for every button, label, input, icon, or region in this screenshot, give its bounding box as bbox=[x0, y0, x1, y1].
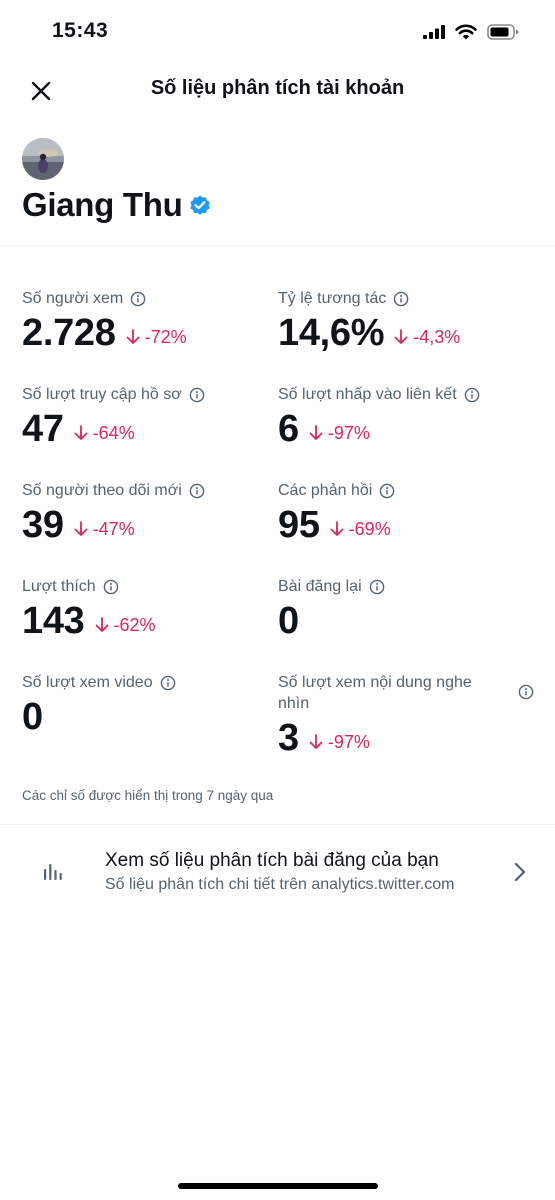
metric-change: -64% bbox=[74, 423, 135, 444]
metric-change: -62% bbox=[95, 615, 156, 636]
metric-media-views: Số lượt xem nội dung nghe nhìn 3 -97% bbox=[278, 672, 534, 760]
metric-new-followers: Số người theo dõi mới 39 -47% bbox=[22, 480, 205, 547]
info-icon[interactable] bbox=[189, 483, 205, 499]
status-time: 15:43 bbox=[52, 19, 109, 42]
metric-change-value: -69% bbox=[348, 518, 391, 539]
metric-value: 47 bbox=[22, 408, 64, 450]
metric-value: 3 bbox=[278, 717, 299, 759]
metric-change-value: -47% bbox=[92, 518, 135, 539]
metric-viewers: Số người xem 2.728 -72% bbox=[22, 288, 187, 355]
status-bar: 15:43 bbox=[0, 0, 555, 64]
metric-value: 6 bbox=[278, 408, 299, 450]
metric-value: 95 bbox=[278, 504, 320, 546]
metric-label: Số lượt truy cập hồ sơ bbox=[22, 386, 182, 403]
down-arrow-icon bbox=[330, 521, 344, 536]
metric-value: 2.728 bbox=[22, 312, 116, 354]
profile-name: Giang Thu bbox=[22, 186, 183, 223]
info-icon[interactable] bbox=[369, 579, 385, 595]
down-arrow-icon bbox=[74, 425, 88, 440]
metric-label-line2: nhìn bbox=[278, 695, 310, 712]
metric-label: Bài đăng lại bbox=[278, 578, 362, 595]
info-icon[interactable] bbox=[130, 291, 146, 307]
divider bbox=[0, 245, 555, 246]
metric-label: Số người xem bbox=[22, 290, 124, 307]
metric-change-value: -97% bbox=[327, 731, 370, 752]
status-icons bbox=[423, 22, 519, 42]
metric-label: Lượt thích bbox=[22, 578, 96, 595]
metric-value: 0 bbox=[278, 600, 299, 642]
metric-label: Số lượt nhấp vào liên kết bbox=[278, 386, 457, 403]
metric-value: 143 bbox=[22, 600, 85, 642]
bar-chart-icon bbox=[44, 864, 62, 880]
metric-engagement-rate: Tỷ lệ tương tác 14,6% -4,3% bbox=[278, 288, 460, 355]
metric-value: 0 bbox=[22, 696, 43, 738]
metric-change: -72% bbox=[126, 327, 187, 348]
metric-reposts: Bài đăng lại 0 bbox=[278, 576, 385, 643]
wifi-icon bbox=[455, 24, 477, 40]
analytics-link-title: Xem số liệu phân tích bài đăng của bạn bbox=[105, 850, 439, 871]
metric-value: 14,6% bbox=[278, 312, 385, 354]
metric-label: Số lượt xem video bbox=[22, 674, 153, 691]
down-arrow-icon bbox=[394, 329, 408, 344]
info-icon[interactable] bbox=[393, 291, 409, 307]
avatar-image bbox=[22, 138, 64, 180]
metric-link-clicks: Số lượt nhấp vào liên kết 6 -97% bbox=[278, 384, 480, 451]
signal-icon bbox=[423, 25, 445, 39]
info-icon[interactable] bbox=[103, 579, 119, 595]
metric-label: Số lượt xem nội dung nghe nhìn bbox=[278, 672, 472, 714]
post-analytics-link[interactable]: Xem số liệu phân tích bài đăng của bạn S… bbox=[0, 826, 555, 918]
metric-change: -4,3% bbox=[394, 327, 460, 348]
battery-icon bbox=[487, 24, 519, 40]
metric-change-value: -62% bbox=[113, 614, 156, 635]
metric-label-line1: Số lượt xem nội dung nghe bbox=[278, 674, 472, 691]
info-icon[interactable] bbox=[379, 483, 395, 499]
metric-change-value: -97% bbox=[327, 422, 370, 443]
down-arrow-icon bbox=[126, 329, 139, 344]
metric-change: -69% bbox=[330, 519, 391, 540]
metric-change: -97% bbox=[309, 423, 370, 444]
metric-profile-visits: Số lượt truy cập hồ sơ 47 -64% bbox=[22, 384, 205, 451]
down-arrow-icon bbox=[309, 734, 323, 749]
metric-label: Tỷ lệ tương tác bbox=[278, 290, 387, 307]
info-icon[interactable] bbox=[189, 387, 205, 403]
info-icon[interactable] bbox=[160, 675, 176, 691]
metric-change-value: -4,3% bbox=[413, 326, 461, 347]
metric-change-value: -64% bbox=[92, 422, 135, 443]
metric-change: -47% bbox=[74, 519, 135, 540]
footnote: Các chỉ số được hiển thị trong 7 ngày qu… bbox=[22, 788, 274, 803]
metric-change: -97% bbox=[309, 732, 370, 753]
info-icon[interactable] bbox=[518, 684, 534, 700]
header: Số liệu phân tích tài khoản bbox=[0, 64, 555, 116]
home-indicator[interactable] bbox=[178, 1183, 378, 1189]
verified-badge-icon bbox=[190, 195, 211, 215]
page-title: Số liệu phân tích tài khoản bbox=[150, 77, 405, 99]
down-arrow-icon bbox=[74, 521, 88, 536]
down-arrow-icon bbox=[95, 617, 108, 632]
analytics-link-subtitle: Số liệu phân tích chi tiết trên analytic… bbox=[105, 876, 455, 893]
metric-replies: Các phản hồi 95 -69% bbox=[278, 480, 395, 547]
divider bbox=[0, 824, 555, 825]
down-arrow-icon bbox=[309, 425, 323, 440]
metric-change-value: -72% bbox=[144, 326, 187, 347]
metric-value: 39 bbox=[22, 504, 64, 546]
metric-likes: Lượt thích 143 -62% bbox=[22, 576, 156, 643]
metric-video-views: Số lượt xem video 0 bbox=[22, 672, 176, 739]
avatar[interactable] bbox=[22, 138, 64, 180]
metric-label: Các phản hồi bbox=[278, 482, 373, 499]
metric-label: Số người theo dõi mới bbox=[22, 482, 182, 499]
info-icon[interactable] bbox=[464, 387, 480, 403]
chevron-right-icon bbox=[514, 862, 526, 882]
profile-name-row: Giang Thu bbox=[22, 184, 212, 226]
